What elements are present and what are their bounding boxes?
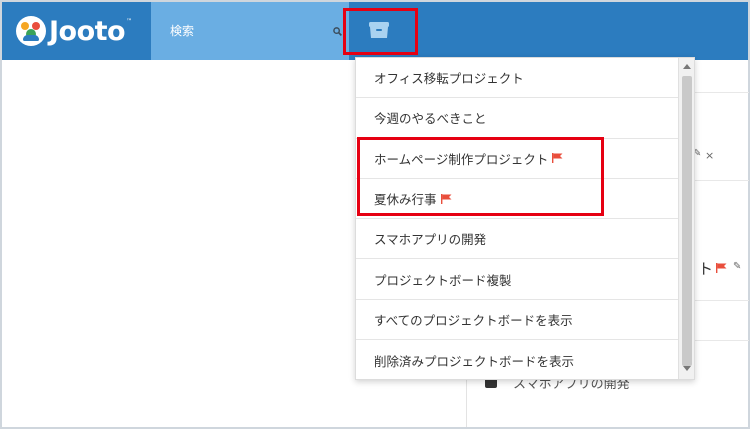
search-box [151,2,349,60]
project-item[interactable]: 今週のやるべきこと [356,98,678,139]
highlight-box-project-button [343,8,418,55]
logo-mark-icon [16,16,46,46]
project-label: オフィス移転プロジェクト [374,71,524,87]
highlight-box-flagged-projects [357,137,604,216]
dropdown-scrollbar[interactable] [678,58,694,379]
project-label: スマホアプリの開発 [374,232,487,248]
search-icon[interactable] [333,27,342,36]
project-item[interactable]: オフィス移転プロジェクト [356,58,678,99]
scroll-down-arrow-icon[interactable] [683,366,691,371]
project-item[interactable]: スマホアプリの開発 [356,219,678,260]
project-item[interactable]: プロジェクトボード複製 [356,259,678,300]
logo-trademark: ™ [126,18,133,25]
flag-icon [716,263,727,273]
show-deleted-boards-item[interactable]: 削除済みプロジェクトボードを表示 [356,340,678,379]
show-all-boards-item[interactable]: すべてのプロジェクトボードを表示 [356,300,678,341]
project-label: プロジェクトボード複製 [374,272,512,288]
project-dropdown: オフィス移転プロジェクト 今週のやるべきこと ホームページ制作プロジェクト 夏休… [355,57,695,380]
close-icon[interactable]: × [705,149,714,162]
logo-text: Jooto [49,15,126,47]
project-label: すべてのプロジェクトボードを表示 [374,312,573,328]
pencil-icon[interactable]: ✎ [733,261,741,272]
project-list: オフィス移転プロジェクト 今週のやるべきこと ホームページ制作プロジェクト 夏休… [356,58,678,379]
search-input[interactable] [151,2,349,60]
scroll-up-arrow-icon[interactable] [683,64,691,69]
project-label: 削除済みプロジェクトボードを表示 [374,353,575,369]
scrollbar-thumb[interactable] [682,76,692,366]
project-label: 今週のやるべきこと [374,111,487,127]
partial-task-text: ト [698,260,714,278]
jooto-logo[interactable]: Jooto ™ [16,14,132,48]
